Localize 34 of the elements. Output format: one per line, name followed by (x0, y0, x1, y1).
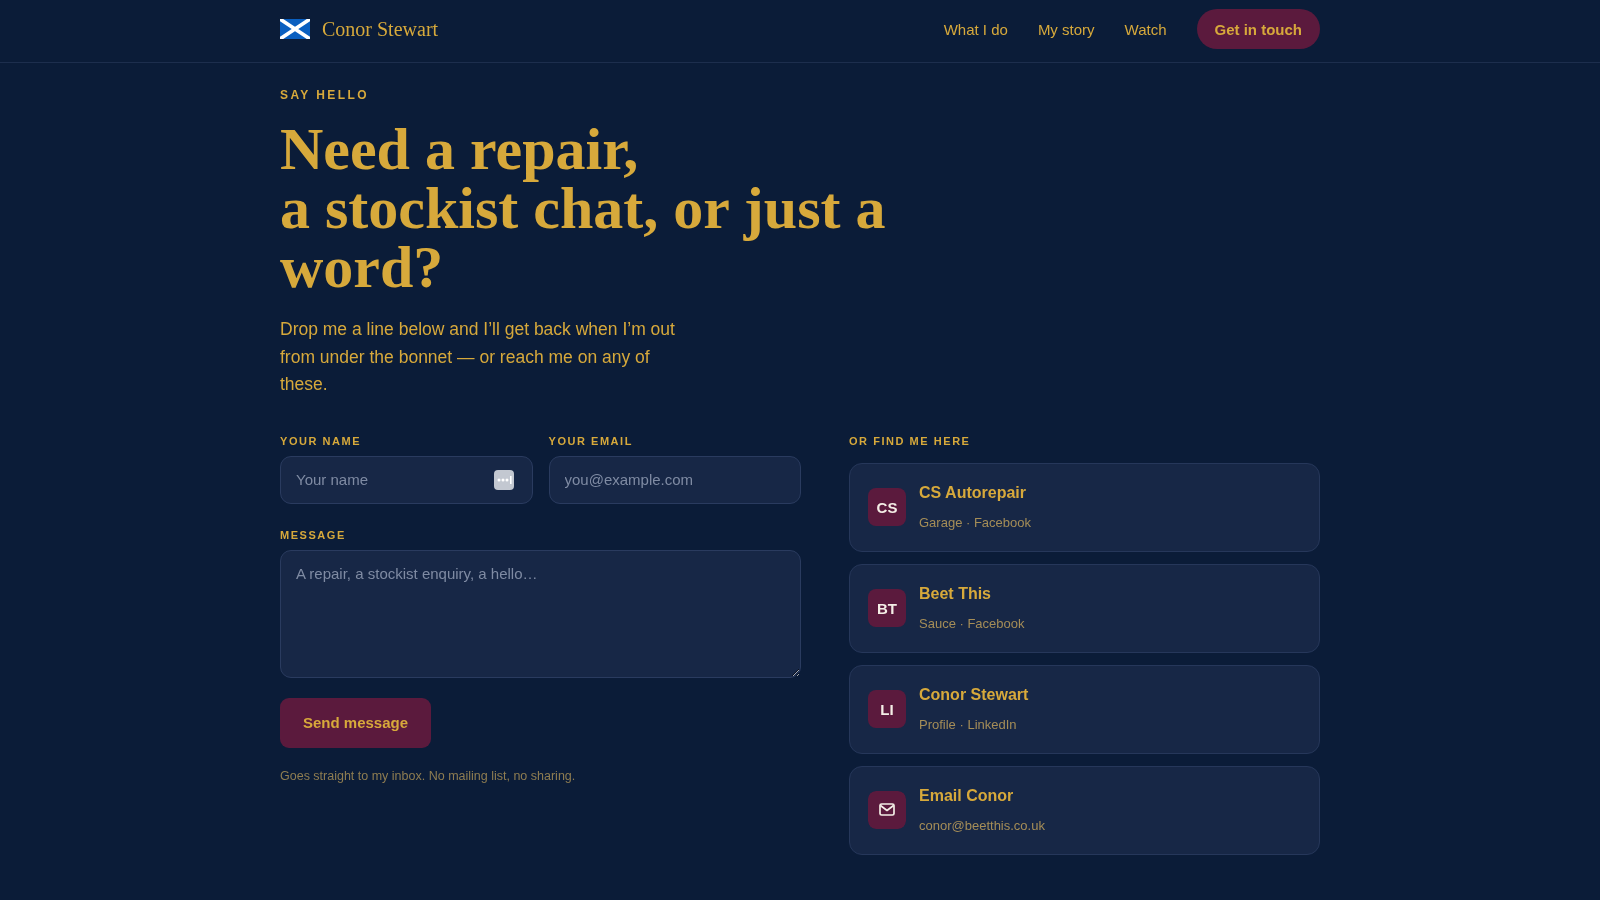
contact-card[interactable]: BT Beet This Sauce · Facebook (849, 563, 1320, 653)
contact-subtitle: Sauce · Facebook (919, 614, 1025, 633)
contact-subtitle: Garage · Facebook (919, 513, 1031, 532)
field-label: YOUR NAME (280, 433, 362, 448)
nav-link[interactable]: What I do (943, 20, 1008, 38)
contact-card[interactable]: Email Conor conor@beetthis.co.uk (849, 765, 1320, 855)
flag-icon (280, 19, 310, 39)
name-field[interactable]: Your name (280, 455, 533, 504)
nav-link[interactable]: My story (1037, 20, 1095, 38)
message-field[interactable]: A repair, a stockist enquiry, a hello… (280, 549, 801, 678)
contact-card[interactable]: CS CS Autorepair Garage · Facebook (849, 462, 1320, 552)
contact-subtitle: conor@beetthis.co.uk (919, 816, 1045, 835)
page-heading: Need a repair, a stockist chat, or just a word? (280, 120, 887, 297)
initials-avatar: LI (868, 690, 906, 728)
contact-title: Email Conor (919, 785, 1014, 806)
send-button[interactable]: Send message (280, 697, 432, 748)
contact-title: CS Autorepair (919, 482, 1026, 503)
contact-title: Beet This (919, 583, 991, 604)
privacy-note: Goes straight to my inbox. No mailing list, no sharing. (280, 767, 576, 784)
contact-card[interactable]: LI Conor Stewart Profile · LinkedIn (849, 664, 1320, 754)
intro-text: Drop me a line below and I’ll get back when I’m out from under the bonnet — or reach me on any of these. (280, 318, 676, 396)
email-field[interactable]: you@example.com (548, 455, 801, 504)
envelope-icon (868, 791, 906, 829)
nav-link[interactable]: Watch (1124, 20, 1167, 38)
field-label: MESSAGE (280, 527, 346, 542)
section-eyebrow: SAY HELLO (280, 87, 369, 103)
field-label: YOUR EMAIL (548, 433, 633, 448)
initials-avatar: CS (868, 488, 906, 526)
section-label: OR FIND ME HERE (849, 433, 971, 448)
initials-avatar: BT (868, 589, 906, 627)
contact-title: Conor Stewart (919, 684, 1029, 705)
brand-name[interactable]: Conor Stewart (322, 17, 439, 41)
contact-subtitle: Profile · LinkedIn (919, 715, 1017, 734)
get-in-touch-button[interactable]: Get in touch (1196, 9, 1320, 49)
